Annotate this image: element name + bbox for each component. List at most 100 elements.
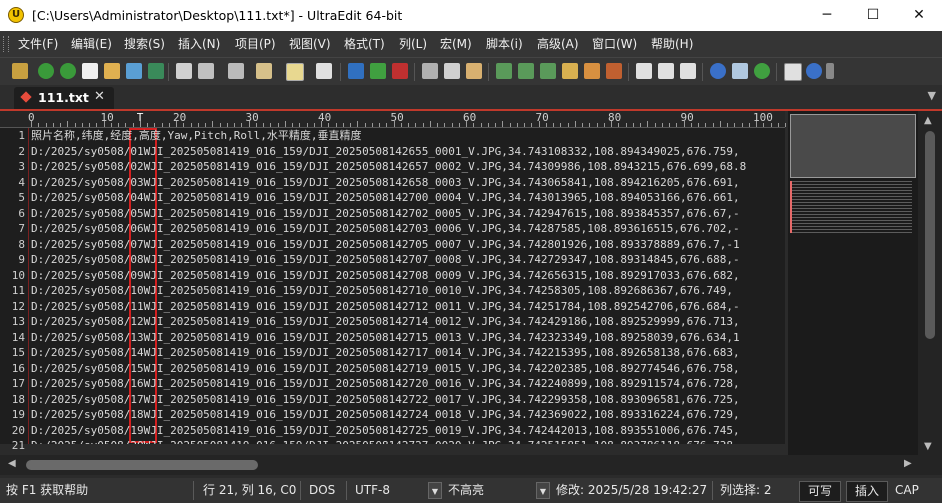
menu-edit[interactable]: 编辑(E) bbox=[71, 31, 112, 57]
vertical-scrollbar[interactable]: ▲ ▼ bbox=[918, 111, 942, 455]
toolbar-separator bbox=[628, 63, 629, 81]
maximize-button[interactable]: ☐ bbox=[850, 0, 896, 31]
code-line[interactable]: D:/2025/sy0508/04WJI_202505081419_016_15… bbox=[31, 190, 740, 206]
code-line[interactable]: D:/2025/sy0508/05WJI_202505081419_016_15… bbox=[31, 206, 740, 222]
tab-list-dropdown-icon[interactable]: ▼ bbox=[928, 89, 936, 102]
scroll-right-icon[interactable]: ▶ bbox=[904, 458, 912, 469]
copy-icon[interactable] bbox=[444, 63, 460, 79]
goto-icon[interactable] bbox=[606, 63, 622, 79]
code-line[interactable]: D:/2025/sy0508/09WJI_202505081419_016_15… bbox=[31, 268, 740, 284]
save-icon[interactable] bbox=[148, 63, 164, 79]
column-mode-icon[interactable] bbox=[286, 63, 304, 81]
code-line[interactable]: D:/2025/sy0508/13WJI_202505081419_016_15… bbox=[31, 330, 740, 346]
status-position[interactable]: 行 21, 列 16, C0 bbox=[203, 478, 296, 503]
horizontal-scroll-thumb[interactable] bbox=[26, 460, 258, 470]
code-line[interactable]: D:/2025/sy0508/03WJI_202505081419_016_15… bbox=[31, 175, 740, 191]
forward-arrow-icon[interactable] bbox=[60, 63, 76, 79]
word-wrap-icon[interactable] bbox=[316, 63, 332, 79]
match-case-icon[interactable] bbox=[348, 63, 364, 79]
find-next-icon[interactable] bbox=[518, 63, 534, 79]
tab-111-txt[interactable]: 111.txt ✕ bbox=[14, 87, 114, 109]
status-encoding[interactable]: UTF-8 bbox=[355, 478, 390, 503]
paste-icon[interactable] bbox=[466, 63, 482, 79]
code-line[interactable]: D:/2025/sy0508/16WJI_202505081419_016_15… bbox=[31, 376, 740, 392]
highlight-dropdown-icon[interactable]: ▼ bbox=[536, 482, 550, 499]
menu-view[interactable]: 视图(V) bbox=[289, 31, 331, 57]
open-recent-icon[interactable] bbox=[126, 63, 142, 79]
horizontal-scrollbar[interactable]: ◀ ▶ bbox=[0, 455, 942, 475]
menu-format[interactable]: 格式(T) bbox=[344, 31, 385, 57]
scroll-left-icon[interactable]: ◀ bbox=[8, 458, 16, 469]
open-folder-icon[interactable] bbox=[104, 63, 120, 79]
code-line[interactable]: D:/2025/sy0508/19WJI_202505081419_016_15… bbox=[31, 423, 740, 439]
code-line[interactable]: D:/2025/sy0508/20WJI_202505081419_016_15… bbox=[31, 438, 740, 444]
new-file-icon[interactable] bbox=[82, 63, 98, 79]
regex-icon[interactable] bbox=[392, 63, 408, 79]
find-in-files-icon[interactable] bbox=[562, 63, 578, 79]
bookmark-icon[interactable] bbox=[584, 63, 600, 79]
menu-advanced[interactable]: 高级(A) bbox=[537, 31, 579, 57]
menu-project[interactable]: 项目(P) bbox=[235, 31, 276, 57]
spell-check-icon[interactable] bbox=[256, 63, 272, 79]
code-line[interactable]: D:/2025/sy0508/17WJI_202505081419_016_15… bbox=[31, 392, 740, 408]
ruler-tick bbox=[161, 123, 163, 127]
refresh-icon[interactable] bbox=[754, 63, 770, 79]
minimap[interactable] bbox=[788, 111, 918, 455]
status-writable-button[interactable]: 可写 bbox=[799, 481, 842, 502]
tab-bar: 111.txt ✕ ▼ bbox=[0, 85, 942, 111]
document-icon[interactable] bbox=[228, 63, 244, 79]
ruler-tick bbox=[270, 123, 272, 127]
tab-close-icon[interactable]: ✕ bbox=[94, 89, 105, 104]
find-icon[interactable] bbox=[496, 63, 512, 79]
code-line[interactable]: D:/2025/sy0508/10WJI_202505081419_016_15… bbox=[31, 283, 733, 299]
cut-icon[interactable] bbox=[422, 63, 438, 79]
code-line[interactable]: D:/2025/sy0508/08WJI_202505081419_016_15… bbox=[31, 252, 740, 268]
ftp-icon[interactable] bbox=[732, 63, 748, 79]
toolbar-overflow-icon[interactable] bbox=[826, 63, 834, 79]
editor-text-area[interactable]: 照片名称,纬度,经度,高度,Yaw,Pitch,Roll,水平精度,垂直精度 D:… bbox=[28, 128, 785, 444]
replace-icon[interactable] bbox=[540, 63, 556, 79]
print-preview-icon[interactable] bbox=[198, 63, 214, 79]
ruler-tick bbox=[168, 123, 170, 127]
status-insert-button[interactable]: 插入 bbox=[846, 481, 889, 502]
menu-macro[interactable]: 宏(M) bbox=[440, 31, 472, 57]
minimap-viewport[interactable] bbox=[790, 114, 916, 178]
code-line[interactable]: D:/2025/sy0508/11WJI_202505081419_016_15… bbox=[31, 299, 740, 315]
print-icon[interactable] bbox=[176, 63, 192, 79]
status-highlight[interactable]: 不高亮 bbox=[448, 478, 484, 503]
split-vertical-icon[interactable] bbox=[658, 63, 674, 79]
scroll-down-icon[interactable]: ▼ bbox=[924, 441, 932, 452]
code-line[interactable]: D:/2025/sy0508/06WJI_202505081419_016_15… bbox=[31, 221, 740, 237]
list-view-icon[interactable] bbox=[784, 63, 802, 81]
status-line-ending[interactable]: DOS bbox=[309, 478, 335, 503]
code-line[interactable]: D:/2025/sy0508/12WJI_202505081419_016_15… bbox=[31, 314, 740, 330]
minimize-button[interactable]: ─ bbox=[804, 0, 850, 31]
encoding-dropdown-icon[interactable]: ▼ bbox=[428, 482, 442, 499]
split-horizontal-icon[interactable] bbox=[636, 63, 652, 79]
back-arrow-icon[interactable] bbox=[38, 63, 54, 79]
browser-view-icon[interactable] bbox=[710, 63, 726, 79]
menu-window[interactable]: 窗口(W) bbox=[592, 31, 637, 57]
code-line[interactable]: 照片名称,纬度,经度,高度,Yaw,Pitch,Roll,水平精度,垂直精度 bbox=[31, 128, 361, 144]
code-line[interactable]: D:/2025/sy0508/18WJI_202505081419_016_15… bbox=[31, 407, 740, 423]
menu-help[interactable]: 帮助(H) bbox=[651, 31, 693, 57]
code-line[interactable]: D:/2025/sy0508/01WJI_202505081419_016_15… bbox=[31, 144, 740, 160]
code-line[interactable]: D:/2025/sy0508/02WJI_202505081419_016_15… bbox=[31, 159, 746, 175]
menu-script[interactable]: 脚本(i) bbox=[486, 31, 523, 57]
code-line[interactable]: D:/2025/sy0508/07WJI_202505081419_016_15… bbox=[31, 237, 740, 253]
toolbar-grip-icon[interactable] bbox=[12, 63, 28, 79]
code-line[interactable]: D:/2025/sy0508/15WJI_202505081419_016_15… bbox=[31, 361, 740, 377]
menu-insert[interactable]: 插入(N) bbox=[178, 31, 220, 57]
vertical-scroll-thumb[interactable] bbox=[925, 131, 935, 339]
menu-search[interactable]: 搜索(S) bbox=[124, 31, 165, 57]
ruler-tick bbox=[132, 123, 134, 127]
code-line[interactable]: D:/2025/sy0508/14WJI_202505081419_016_15… bbox=[31, 345, 740, 361]
close-button[interactable]: ✕ bbox=[896, 0, 942, 31]
cascade-icon[interactable] bbox=[680, 63, 696, 79]
menu-column[interactable]: 列(L) bbox=[399, 31, 427, 57]
menu-file[interactable]: 文件(F) bbox=[18, 31, 58, 57]
match-word-icon[interactable] bbox=[370, 63, 386, 79]
menu-grip-icon[interactable] bbox=[3, 36, 9, 52]
scroll-up-icon[interactable]: ▲ bbox=[924, 115, 932, 126]
help-icon[interactable] bbox=[806, 63, 822, 79]
